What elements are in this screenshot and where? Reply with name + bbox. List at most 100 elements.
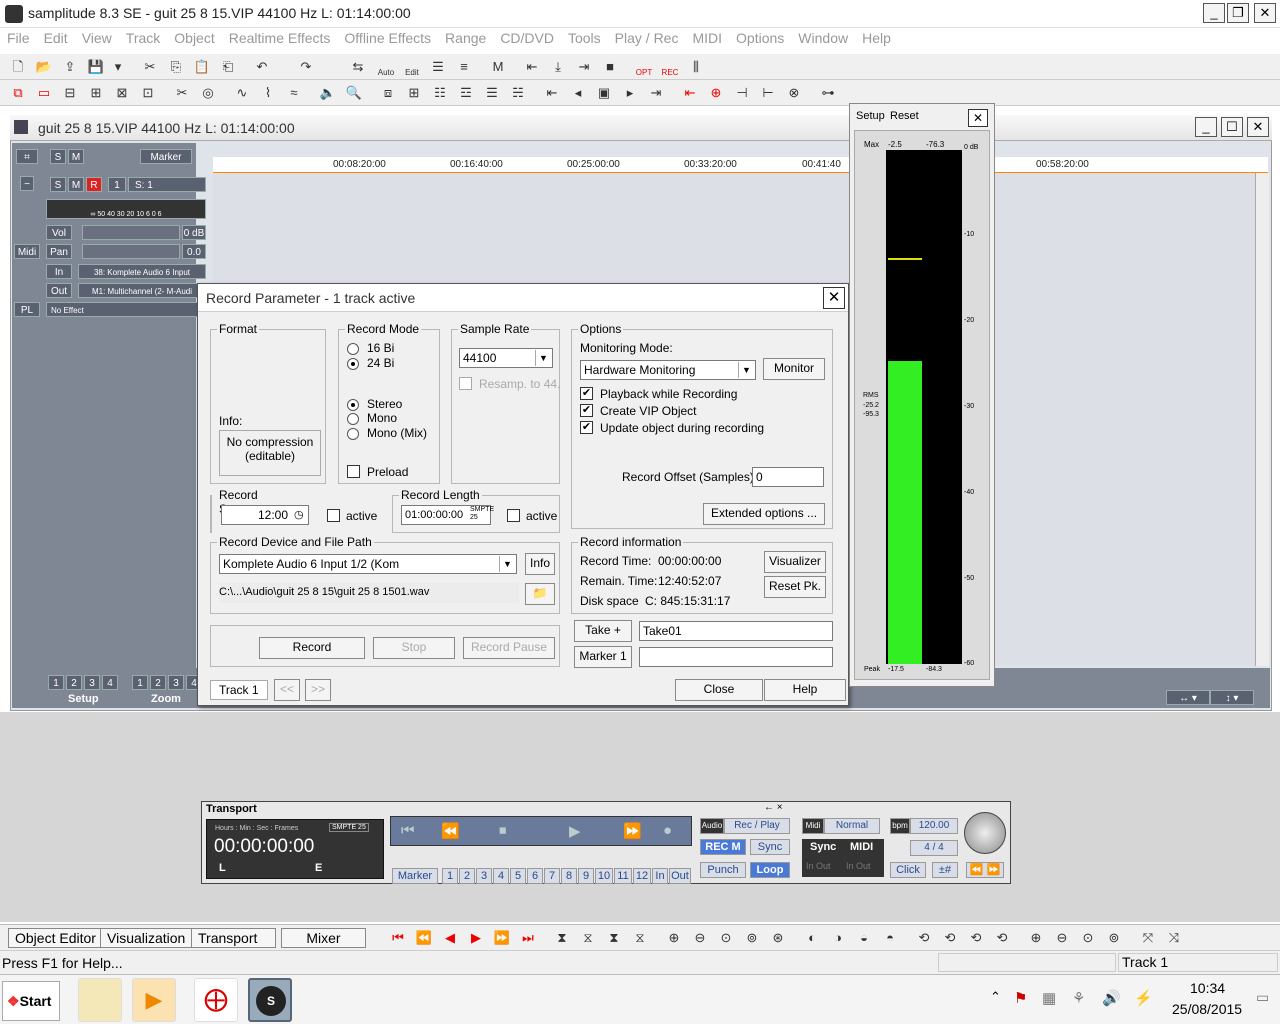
menu-item-midi[interactable]: MIDI	[685, 28, 729, 48]
zoom-object-icon[interactable]: ◎	[198, 83, 218, 103]
rec-button[interactable]: REC	[660, 57, 680, 77]
record-length-active-checkbox[interactable]	[507, 509, 520, 522]
track-solo-button[interactable]: S	[50, 177, 66, 192]
range-track-icon[interactable]: ⊟	[60, 83, 80, 103]
marker-3-button[interactable]: 3	[476, 868, 492, 884]
folder-icon[interactable]: 📁	[525, 583, 555, 605]
menu-item-cd-dvd[interactable]: CD/DVD	[493, 28, 561, 48]
zoom-v-all-icon[interactable]: ⊙	[1078, 928, 1098, 948]
zoom-60s-icon[interactable]: ◑	[828, 928, 848, 948]
marker-delete-icon[interactable]: ⊗	[784, 83, 804, 103]
menu-item-window[interactable]: Window	[791, 28, 855, 48]
marker-add-icon[interactable]: ⊕	[706, 83, 726, 103]
cut-icon[interactable]: ✂	[140, 57, 160, 77]
zoom-10m-icon[interactable]: ◒	[854, 928, 874, 948]
zoom-preset-icon[interactable]: ◓	[880, 928, 900, 948]
jog-wheel[interactable]	[964, 812, 1006, 854]
close-button[interactable]: ✕	[1254, 3, 1276, 23]
monitor-button[interactable]: Monitor	[763, 358, 825, 380]
fx-curve-icon[interactable]: ≈	[284, 83, 304, 103]
play-prev-icon[interactable]: ◂	[568, 83, 588, 103]
stereo-radio[interactable]	[347, 399, 359, 411]
next-track-button[interactable]: >>	[305, 679, 331, 701]
import-icon[interactable]: ⇪	[60, 57, 80, 77]
in-button[interactable]: In	[652, 868, 668, 884]
horizontal-zoom-control[interactable]: ↔ ▾	[1166, 690, 1210, 705]
tracks-icon[interactable]: ☷	[430, 83, 450, 103]
sync-button[interactable]: Sync	[750, 839, 790, 855]
menu-item-file[interactable]: File	[0, 28, 37, 48]
volume-icon[interactable]: 🔊	[1102, 989, 1121, 1007]
loop-button[interactable]: Loop	[750, 862, 790, 878]
zoom-s2-icon[interactable]: ⟲	[940, 928, 960, 948]
collapse-track-icon[interactable]: −	[20, 176, 34, 191]
reset-peak-button[interactable]: Reset Pk.	[764, 576, 826, 598]
preload-checkbox[interactable]	[347, 465, 360, 478]
record-device-select[interactable]: Komplete Audio 6 Input 1/2 (Kom ▼	[219, 554, 517, 574]
fit-project-icon[interactable]: ⤨	[1164, 928, 1184, 948]
project-close-button[interactable]: ✕	[1247, 117, 1269, 137]
network-icon[interactable]: ⚘	[1072, 989, 1085, 1007]
zoom-1s-icon[interactable]: ⊛	[768, 928, 788, 948]
mixer-faders-icon[interactable]: ⫼	[686, 57, 706, 77]
marker-9-button[interactable]: 9	[578, 868, 594, 884]
mute-all-button[interactable]: M	[68, 149, 84, 164]
time-signature-input[interactable]: 4 / 4	[910, 840, 958, 856]
zoom-range-icon[interactable]: ⊚	[742, 928, 762, 948]
goto-start-icon[interactable]: ⇤	[522, 57, 542, 77]
mixer-icon[interactable]: ☰	[428, 57, 448, 77]
track-mute-button[interactable]: M	[68, 177, 84, 192]
waveform-zoom2-icon[interactable]: ⧖	[578, 928, 598, 948]
output-select[interactable]: M1: Multichannel (2- M-Audi	[78, 283, 206, 298]
position-nudge-buttons[interactable]: ⏪ ⏩	[966, 862, 1004, 878]
menu-item-track[interactable]: Track	[119, 28, 167, 48]
marker-right-icon[interactable]: ⊢	[758, 83, 778, 103]
minimize-button[interactable]: _	[1203, 3, 1225, 23]
tracks4-icon[interactable]: ☵	[508, 83, 528, 103]
marker-transport-button[interactable]: Marker	[392, 868, 438, 884]
split-icon[interactable]: ⊶	[818, 83, 838, 103]
track-record-button[interactable]: R	[86, 177, 102, 192]
vertical-scrollbar[interactable]	[1255, 173, 1269, 666]
time-display[interactable]: Hours : Min : Sec : Frames SMPTE 25 00:0…	[206, 819, 384, 879]
edit-mode-button[interactable]: Edit	[402, 57, 422, 77]
play-next-icon[interactable]: ▸	[620, 83, 640, 103]
punch-button[interactable]: Punch	[700, 862, 746, 878]
display-icon[interactable]: ▦	[1042, 989, 1056, 1007]
zoom-in-icon[interactable]: ⊕	[664, 928, 684, 948]
prev-track-button[interactable]: <<	[274, 679, 300, 701]
marker-7-button[interactable]: 7	[544, 868, 560, 884]
project-maximize-button[interactable]: ☐	[1221, 117, 1243, 137]
step-forward-icon[interactable]: ▶	[466, 928, 486, 948]
list-icon[interactable]: ≡	[454, 57, 474, 77]
sync-label[interactable]: Sync	[810, 841, 836, 853]
setup-3-button[interactable]: 3	[84, 675, 100, 690]
copy-icon[interactable]: ⎘	[166, 57, 186, 77]
fit-tracks-icon[interactable]: ⤧	[1138, 928, 1158, 948]
monitoring-mode-select[interactable]: Hardware Monitoring ▼	[580, 360, 756, 380]
extended-options-button[interactable]: Extended options ...	[703, 503, 825, 525]
pan-curve-icon[interactable]: ⌇	[258, 83, 278, 103]
smpte-select[interactable]: SMPTE 25	[329, 823, 369, 832]
click-button[interactable]: Click	[890, 862, 926, 878]
file-explorer-icon[interactable]	[78, 978, 122, 1022]
marker-4-button[interactable]: 4	[493, 868, 509, 884]
marker-button[interactable]: Marker	[140, 149, 192, 164]
zoom-s3-icon[interactable]: ⟲	[966, 928, 986, 948]
zoom-out-icon[interactable]: ⊖	[690, 928, 710, 948]
track-name[interactable]: S: 1	[128, 177, 206, 192]
create-vip-checkbox[interactable]: ✔	[580, 404, 593, 417]
marker-10-button[interactable]: 10	[595, 868, 613, 884]
show-hidden-icons-icon[interactable]: ⌃	[990, 989, 1001, 1005]
range-icon[interactable]: ⧉	[8, 83, 28, 103]
menu-item-view[interactable]: View	[75, 28, 119, 48]
menu-item-play-rec[interactable]: Play / Rec	[608, 28, 686, 48]
play-end-icon[interactable]: ⇥	[646, 83, 666, 103]
record-button[interactable]: Record	[259, 637, 365, 659]
marker-2-button[interactable]: 2	[459, 868, 475, 884]
tab-transport[interactable]: Transport	[191, 928, 276, 948]
menu-item-help[interactable]: Help	[855, 28, 898, 48]
zoom-s1-icon[interactable]: ⟲	[914, 928, 934, 948]
search-icon[interactable]: 🔍	[344, 83, 364, 103]
power-icon[interactable]: ⚡	[1134, 989, 1153, 1007]
